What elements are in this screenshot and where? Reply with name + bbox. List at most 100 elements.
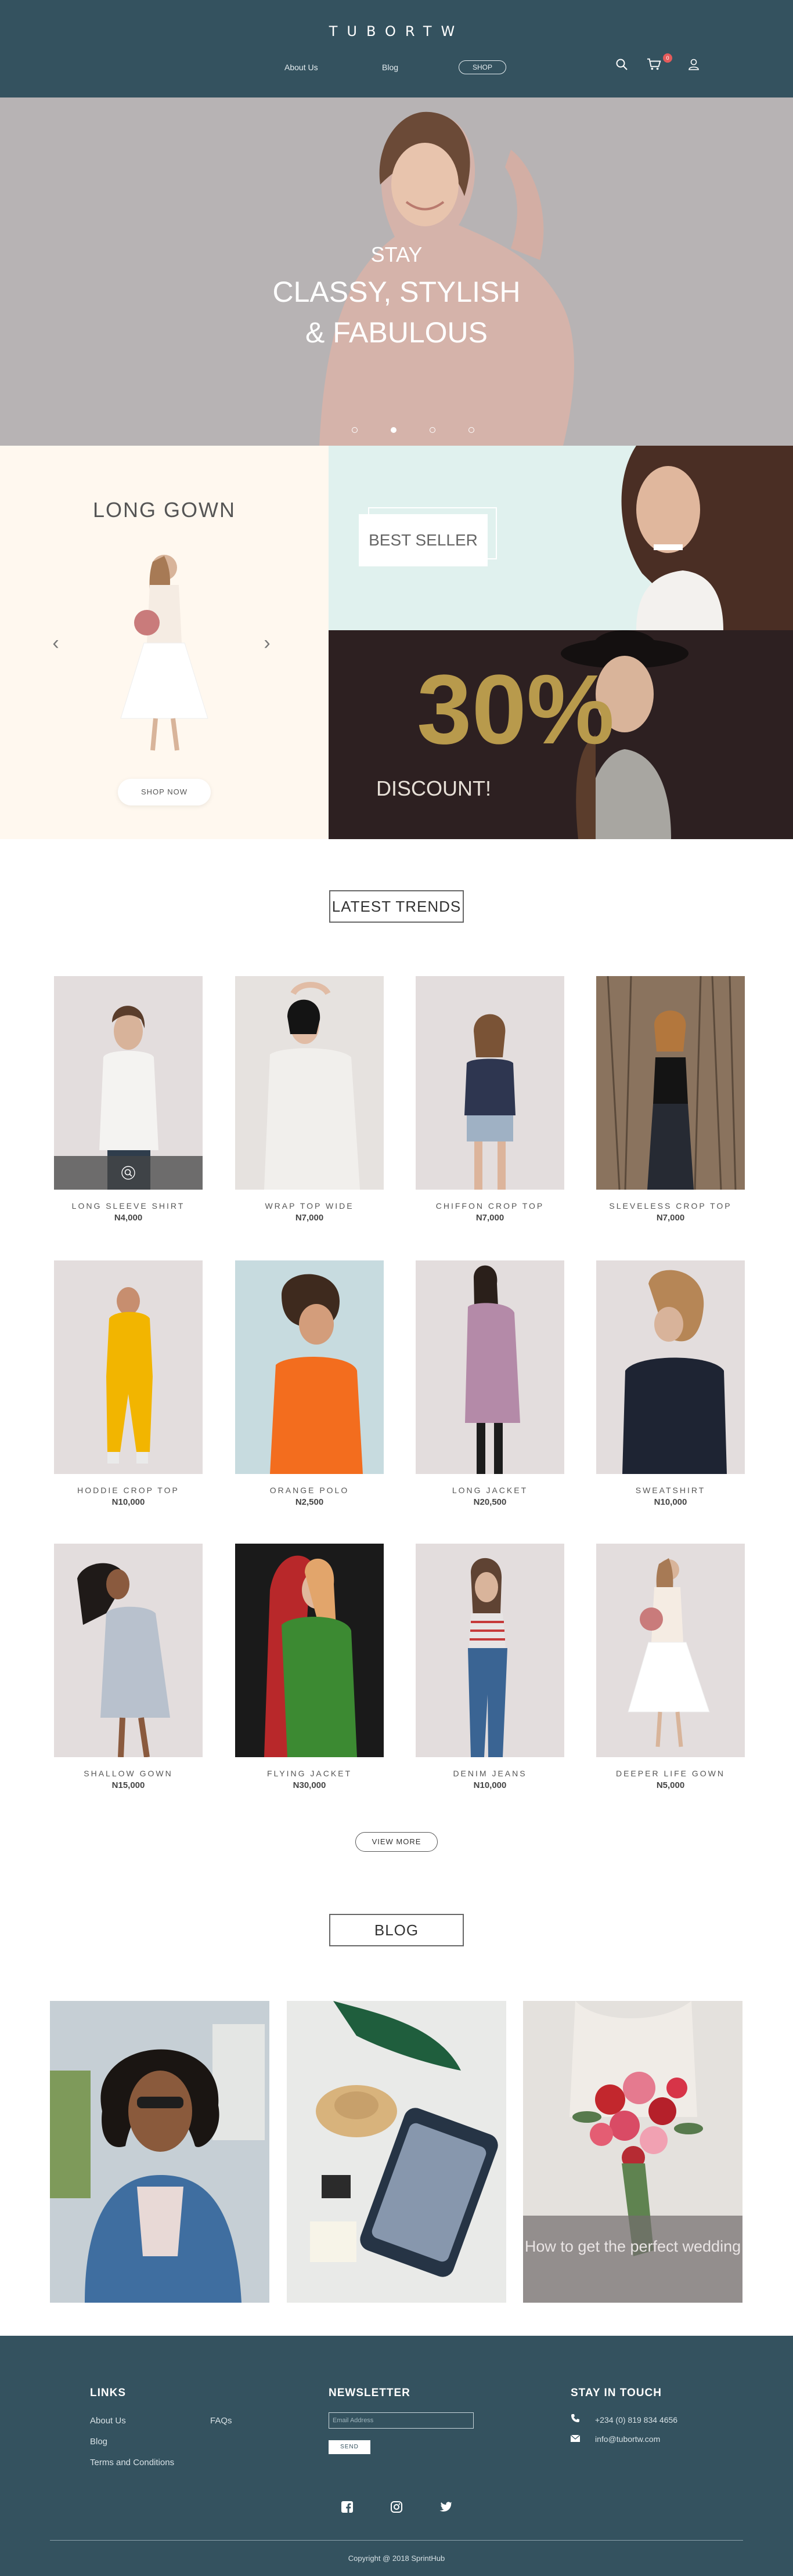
- product-price: N4,000: [114, 1213, 143, 1223]
- product-name: DENIM JEANS: [453, 1769, 527, 1778]
- stay-in-touch-title: STAY IN TOUCH: [571, 2387, 662, 2399]
- product-name: HODDIE CROP TOP: [77, 1486, 179, 1495]
- main-nav: About Us Blog SHOP: [0, 60, 793, 74]
- blog-image-1: [50, 2001, 269, 2303]
- cart-count-badge: 0: [663, 53, 672, 63]
- product-price: N2,500: [295, 1497, 324, 1507]
- hero-headline-line2: & FABULOUS: [305, 316, 488, 349]
- email-address: info@tubortw.com: [595, 2434, 661, 2444]
- shop-now-button[interactable]: SHOP NOW: [118, 779, 211, 805]
- discount-label: DISCOUNT!: [376, 776, 491, 800]
- product-price: N30,000: [293, 1780, 326, 1790]
- newsletter-email-input[interactable]: [329, 2412, 474, 2429]
- product-price: N7,000: [475, 1213, 504, 1223]
- discount-percentage: 30%: [417, 655, 615, 765]
- long-gown-title: LONG GOWN: [92, 498, 236, 522]
- gown-next-arrow[interactable]: ›: [260, 631, 274, 655]
- hero-banner: STAY CLASSY, STYLISH & FABULOUS: [0, 97, 793, 446]
- hero-slide-dots: [0, 427, 793, 433]
- slide-dot-2[interactable]: [391, 427, 396, 433]
- latest-trends-title: LATEST TRENDS: [329, 890, 464, 923]
- phone-number: +234 (0) 819 834 4656: [595, 2415, 678, 2425]
- product-price: N10,000: [473, 1780, 507, 1790]
- long-gown-promo: LONG GOWN ‹ › SHOP NOW: [0, 446, 329, 839]
- user-icon[interactable]: [686, 56, 701, 73]
- quick-view-overlay[interactable]: [54, 1156, 203, 1190]
- hero-headline-line1: CLASSY, STYLISH: [272, 276, 521, 308]
- footer-blog-link[interactable]: Blog: [90, 2437, 107, 2447]
- product-name: DEEPER LIFE GOWN: [615, 1769, 726, 1778]
- facebook-icon[interactable]: [338, 2498, 356, 2516]
- product-price: N15,000: [111, 1780, 145, 1790]
- product-image[interactable]: [416, 976, 564, 1190]
- hero-stay-text: STAY: [370, 243, 423, 266]
- newsletter-send-button[interactable]: SEND: [329, 2440, 370, 2454]
- product-name: CHIFFON CROP TOP: [435, 1201, 545, 1211]
- site-header: TUBORTW About Us Blog SHOP 0: [0, 0, 793, 97]
- twitter-icon[interactable]: [437, 2498, 455, 2516]
- nav-blog-link[interactable]: Blog: [382, 60, 398, 74]
- newsletter-title: NEWSLETTER: [329, 2387, 410, 2399]
- contact-email[interactable]: info@tubortw.com: [570, 2434, 661, 2444]
- product-image[interactable]: [54, 1260, 203, 1474]
- product-image[interactable]: [54, 976, 203, 1190]
- best-seller-label: BEST SELLER: [359, 514, 488, 566]
- blog-card-1[interactable]: [50, 2001, 269, 2303]
- product-name: SHALLOW GOWN: [84, 1769, 173, 1778]
- product-price: N7,000: [295, 1213, 324, 1223]
- cart-icon[interactable]: [647, 56, 662, 73]
- product-name: WRAP TOP WIDE: [265, 1201, 354, 1211]
- contact-phone[interactable]: +234 (0) 819 834 4656: [571, 2414, 677, 2425]
- product-image[interactable]: [596, 976, 745, 1190]
- site-footer: LINKS About Us FAQs Blog Terms and Condi…: [0, 2336, 793, 2576]
- view-more-button[interactable]: VIEW MORE: [355, 1832, 438, 1852]
- gown-prev-arrow[interactable]: ‹: [49, 631, 63, 655]
- product-image[interactable]: [235, 976, 384, 1190]
- nav-about-link[interactable]: About Us: [284, 60, 318, 74]
- slide-dot-1[interactable]: [352, 427, 358, 433]
- product-name: SLEVELESS CROP TOP: [609, 1201, 732, 1211]
- product-image[interactable]: [235, 1544, 384, 1757]
- best-seller-promo[interactable]: BEST SELLER: [329, 446, 793, 630]
- site-logo[interactable]: TUBORTW: [0, 23, 793, 39]
- product-name: ORANGE POLO: [269, 1486, 349, 1495]
- footer-faqs-link[interactable]: FAQs: [210, 2416, 232, 2426]
- product-price: N20,500: [473, 1497, 507, 1507]
- product-image[interactable]: [416, 1260, 564, 1474]
- blog-card-2[interactable]: [287, 2001, 506, 2303]
- blog-image-2: [287, 2001, 506, 2303]
- blog-card-3[interactable]: How to get the perfect wedding: [523, 2001, 742, 2303]
- copyright-text: Copyright @ 2018 SprintHub: [348, 2554, 445, 2563]
- gown-model-image: [120, 555, 208, 751]
- instagram-icon[interactable]: [388, 2498, 405, 2516]
- blog-caption[interactable]: How to get the perfect wedding: [523, 2216, 742, 2303]
- phone-icon: [571, 2414, 585, 2425]
- product-image[interactable]: [596, 1260, 745, 1474]
- footer-about-link[interactable]: About Us: [90, 2416, 126, 2426]
- social-links: [0, 2498, 793, 2516]
- product-name: FLYING JACKET: [266, 1769, 352, 1778]
- nav-shop-button[interactable]: SHOP: [459, 60, 506, 74]
- product-price: N5,000: [656, 1780, 685, 1790]
- footer-links-title: LINKS: [90, 2387, 126, 2399]
- product-price: N10,000: [654, 1497, 687, 1507]
- hero-model-image: [319, 111, 574, 446]
- slide-dot-3[interactable]: [430, 427, 435, 433]
- product-name: LONG JACKET: [452, 1486, 528, 1495]
- search-icon[interactable]: [614, 56, 629, 73]
- best-seller-model-image: [621, 446, 793, 630]
- slide-dot-4[interactable]: [468, 427, 474, 433]
- footer-terms-link[interactable]: Terms and Conditions: [90, 2458, 174, 2467]
- product-image[interactable]: [235, 1260, 384, 1474]
- product-image[interactable]: [596, 1544, 745, 1757]
- product-price: N7,000: [656, 1213, 685, 1223]
- footer-divider: [50, 2540, 743, 2541]
- product-image[interactable]: [54, 1544, 203, 1757]
- blog-title: BLOG: [329, 1914, 464, 1946]
- discount-promo[interactable]: 30% DISCOUNT!: [329, 630, 793, 839]
- product-price: N10,000: [111, 1497, 145, 1507]
- product-name: LONG SLEEVE SHIRT: [71, 1201, 185, 1211]
- search-icon[interactable]: [121, 1165, 136, 1180]
- mail-icon: [570, 2434, 585, 2444]
- product-image[interactable]: [416, 1544, 564, 1757]
